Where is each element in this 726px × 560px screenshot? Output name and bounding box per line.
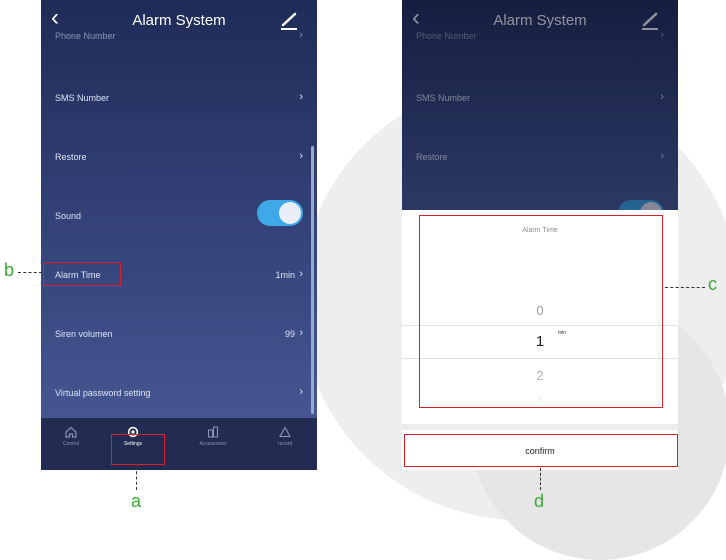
row-label: Restore	[416, 152, 448, 162]
highlight-box-confirm	[404, 434, 678, 467]
tab-accessories[interactable]: Accessories	[183, 422, 243, 466]
chevron-right-icon: ›	[299, 268, 303, 280]
callout-line	[540, 468, 541, 490]
callout-b: b	[4, 260, 15, 280]
chevron-right-icon: ›	[299, 29, 303, 41]
row-label: SMS Number	[55, 93, 110, 103]
row-value: 99	[284, 329, 295, 339]
callout-c: c	[708, 274, 717, 294]
chevron-right-icon: ›	[660, 150, 664, 162]
row-restore[interactable]: Restore ›	[402, 137, 678, 177]
row-restore[interactable]: Restore ›	[41, 137, 317, 177]
callout-line	[665, 287, 705, 288]
row-sms-number[interactable]: SMS Number ›	[402, 78, 678, 118]
tab-label: Control	[62, 441, 80, 447]
row-label: Virtual password setting	[55, 388, 151, 398]
row-value: 1min	[275, 270, 295, 280]
tab-record[interactable]: record	[255, 422, 315, 466]
sheet-separator	[402, 424, 678, 430]
row-siren-volumen[interactable]: Siren volumen 99 ›	[41, 314, 317, 354]
row-sound	[402, 196, 678, 210]
callout-a: a	[131, 491, 142, 511]
tab-label: Accessories	[199, 441, 227, 447]
chevron-right-icon: ›	[660, 91, 664, 103]
row-label: Sound	[55, 211, 82, 221]
settings-screen: ‹ Alarm System Phone Number › SMS Number…	[41, 0, 317, 470]
toggle-knob	[640, 202, 662, 210]
highlight-box-settings-tab	[111, 434, 165, 465]
row-sms-number[interactable]: SMS Number ›	[41, 78, 317, 118]
sound-toggle[interactable]	[618, 200, 664, 210]
tab-label: record	[277, 441, 293, 447]
scrollbar[interactable]	[311, 146, 314, 414]
chevron-right-icon: ›	[299, 386, 303, 398]
chevron-right-icon: ›	[299, 150, 303, 162]
chevron-right-icon: ›	[660, 29, 664, 41]
row-virtual-password[interactable]: Virtual password setting ›	[41, 373, 317, 413]
chevron-right-icon: ›	[299, 327, 303, 339]
accessories-icon	[207, 426, 219, 438]
settings-screen-dimmed: ‹ Alarm System Phone Number › SMS Number…	[402, 0, 678, 210]
highlight-box-alarm-time	[43, 262, 121, 286]
row-label: Phone Number	[416, 31, 477, 41]
bottom-tab-bar: Control Settings Accessories record	[41, 418, 317, 470]
row-phone-number[interactable]: Phone Number ›	[41, 24, 317, 46]
sound-toggle[interactable]	[257, 200, 303, 226]
row-phone-number[interactable]: Phone Number ›	[402, 24, 678, 46]
row-label: Restore	[55, 152, 87, 162]
toggle-knob	[279, 202, 301, 224]
row-label: Siren volumen	[55, 329, 113, 339]
callout-d: d	[534, 491, 545, 511]
highlight-box-picker	[419, 215, 663, 408]
callout-line	[18, 272, 42, 273]
home-icon	[65, 426, 77, 438]
row-sound: Sound	[41, 196, 317, 236]
row-label: SMS Number	[416, 93, 471, 103]
row-label: Phone Number	[55, 31, 116, 41]
chevron-right-icon: ›	[299, 91, 303, 103]
callout-line	[136, 466, 137, 490]
tab-control[interactable]: Control	[41, 422, 101, 466]
record-warning-icon	[279, 426, 291, 438]
